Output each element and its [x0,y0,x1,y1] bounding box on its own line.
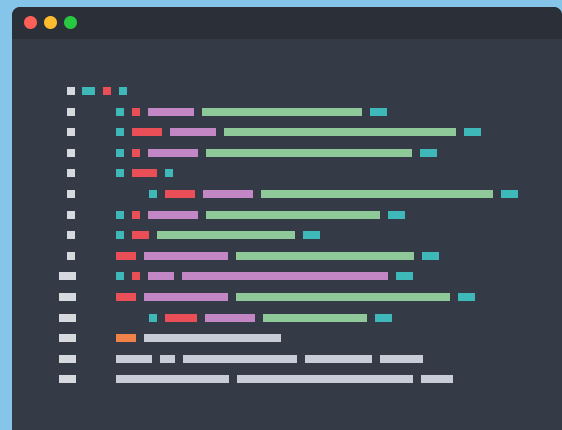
code-token [165,314,197,322]
code-token [116,128,124,136]
code-token [165,169,173,177]
code-token [82,87,95,95]
code-token [148,272,174,280]
code-token [116,334,136,342]
code-token [144,252,228,260]
code-token [236,252,414,260]
code-token [116,293,136,301]
code-token [224,128,456,136]
line-number [67,231,75,239]
code-token [380,355,423,363]
code-token [203,190,253,198]
code-token [202,108,362,116]
code-token [103,87,111,95]
line-number [67,128,75,136]
line-number [59,375,76,383]
code-token [388,211,405,219]
code-token [236,293,450,301]
line-number [67,87,75,95]
code-token [237,375,413,383]
code-area[interactable] [12,39,562,430]
code-token [132,272,140,280]
code-token [132,149,140,157]
code-token [116,108,124,116]
line-number [67,149,75,157]
code-token [116,149,124,157]
code-token [206,149,412,157]
code-token [119,87,127,95]
line-number [67,252,75,260]
code-token [422,252,439,260]
code-token [157,231,295,239]
code-token [375,314,392,322]
line-number [67,190,75,198]
code-token [160,355,175,363]
code-token [116,375,229,383]
code-token [149,314,157,322]
title-bar [12,7,562,39]
code-token [206,211,380,219]
code-token [148,108,194,116]
code-token [144,334,281,342]
code-token [148,211,198,219]
code-token [183,355,297,363]
line-number [59,272,76,280]
code-token [396,272,413,280]
code-token [132,169,157,177]
code-token [205,314,255,322]
line-number [67,108,75,116]
code-token [303,231,320,239]
code-token [420,149,437,157]
code-token [263,314,367,322]
code-token [116,272,124,280]
code-token [464,128,481,136]
code-token [149,190,157,198]
zoom-button[interactable] [64,16,77,29]
line-number [59,355,76,363]
close-button[interactable] [24,16,37,29]
line-number [67,169,75,177]
minimize-button[interactable] [44,16,57,29]
code-token [116,231,124,239]
code-token [132,211,140,219]
line-number [59,293,76,301]
line-number [59,314,76,322]
code-token [170,128,216,136]
code-token [116,211,124,219]
code-token [165,190,195,198]
code-token [116,252,136,260]
code-editor-window [12,7,562,430]
line-number [59,334,76,342]
code-token [116,355,152,363]
code-token [116,169,124,177]
code-token [144,293,228,301]
code-token [501,190,518,198]
code-token [132,128,162,136]
code-token [182,272,388,280]
code-token [132,108,140,116]
code-token [305,355,372,363]
code-token [370,108,387,116]
code-token [132,231,149,239]
code-token [261,190,493,198]
code-token [421,375,453,383]
code-token [458,293,475,301]
code-token [148,149,198,157]
line-number [67,211,75,219]
